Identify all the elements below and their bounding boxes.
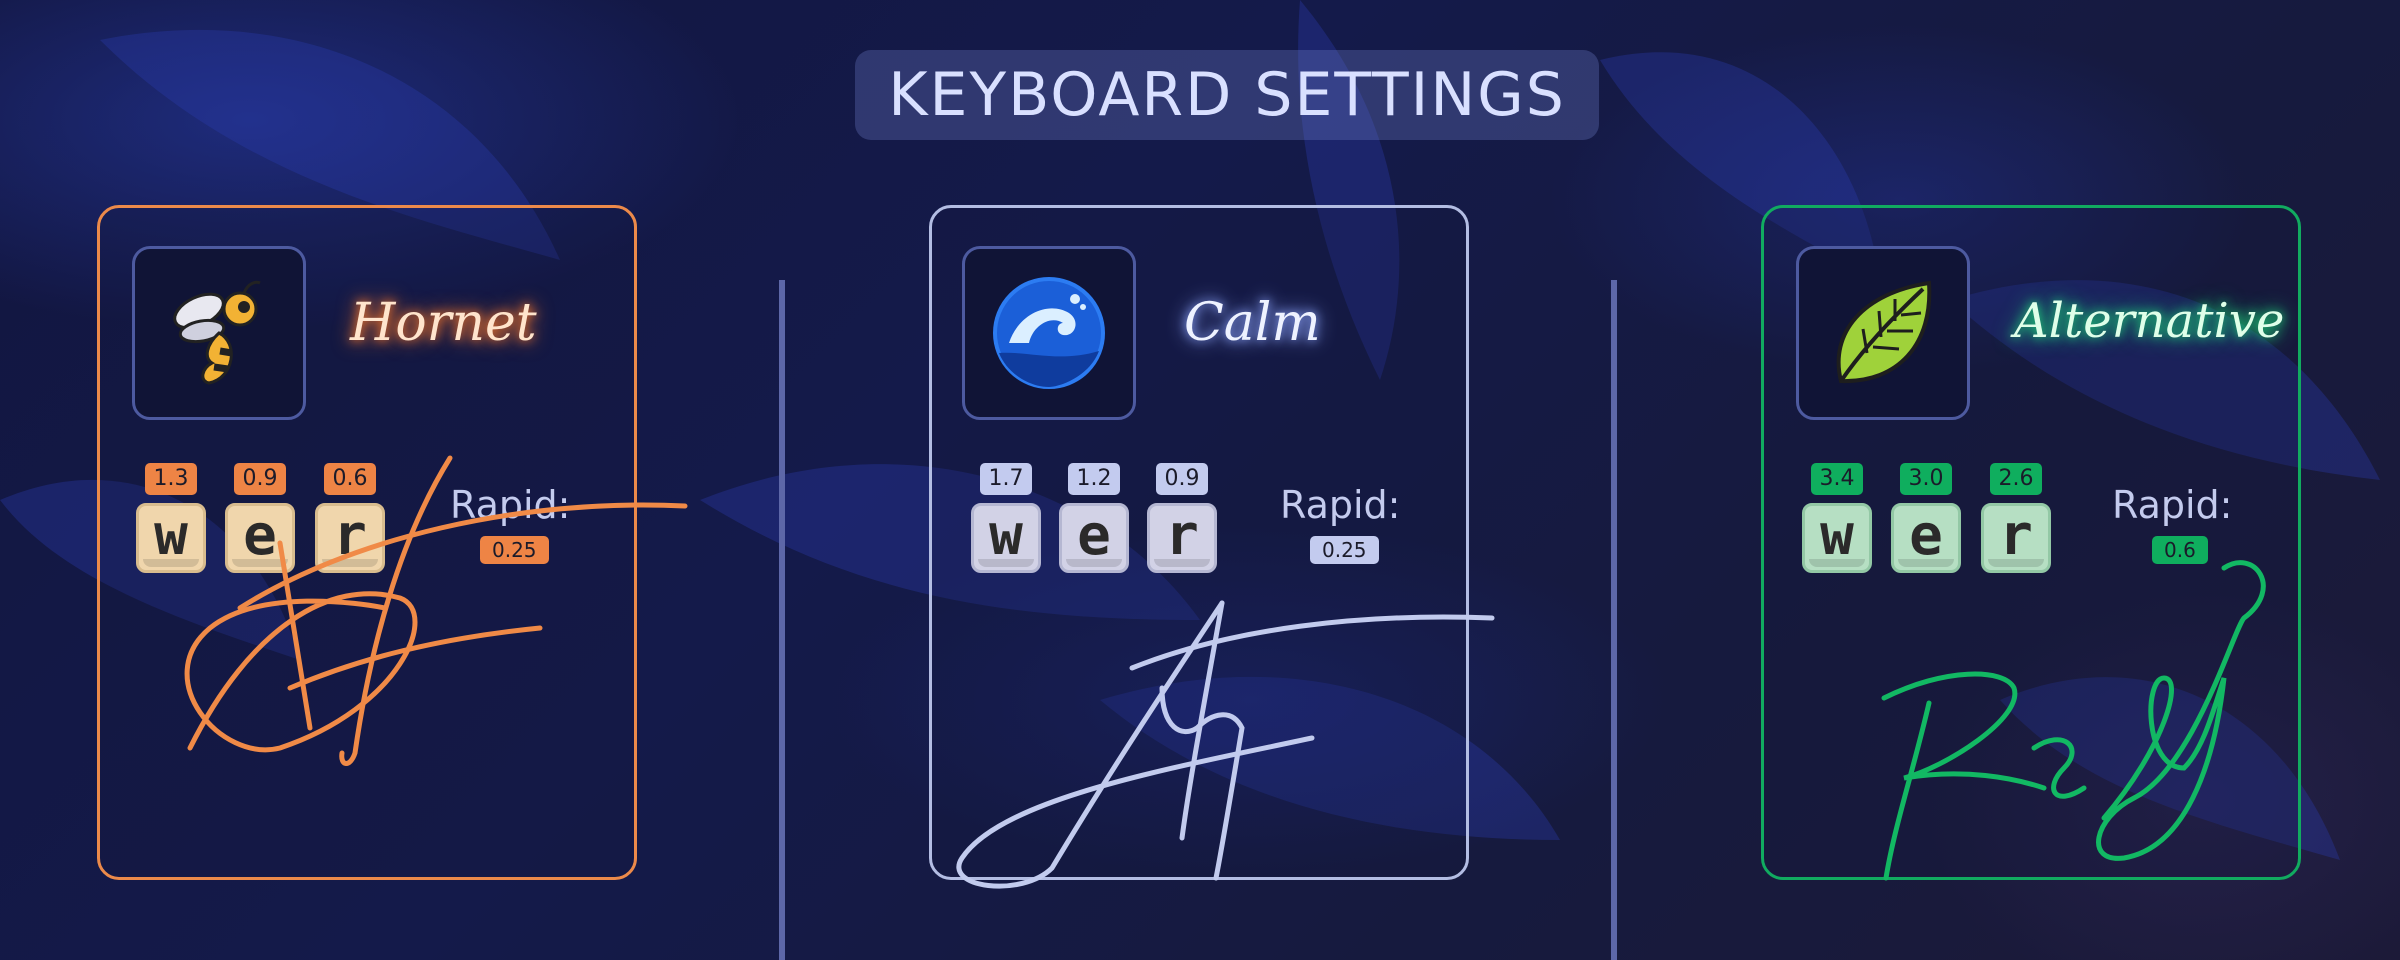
profile-card-calm[interactable]: Calm 1.7 w 1.2 e 0.9 r Rapid: 0.25 [929,205,1495,889]
signature-dj [184,455,688,766]
profile-card-hornet[interactable]: Hornet 1.3 w 0.9 e 0.6 r Rapid: 0.25 [97,205,688,880]
signature-ay [956,600,1495,889]
divider-left [779,280,785,960]
divider-right [1611,280,1617,960]
profile-card-alternative[interactable]: Alternative 3.4 w 3.0 e 2.6 r Rapid: 0.6 [1761,205,2301,881]
signature-reg [1881,560,2266,881]
page-title: KEYBOARD SETTINGS [888,60,1566,130]
title-banner: KEYBOARD SETTINGS [855,50,1599,140]
